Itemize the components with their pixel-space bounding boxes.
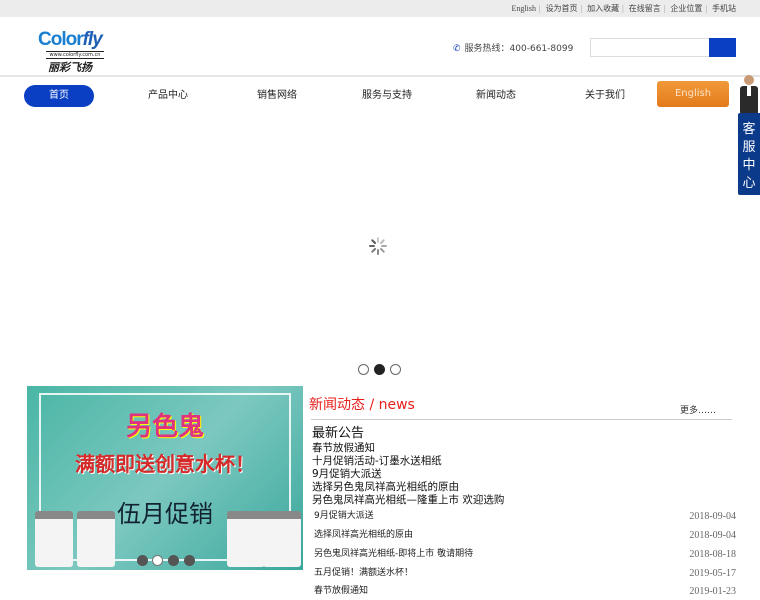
- notice-item[interactable]: 另色鬼凤祥高光相纸—隆重上市 欢迎选购: [312, 494, 504, 507]
- divider: [311, 419, 732, 420]
- logo-brand: Color: [38, 29, 84, 50]
- mug-image: [227, 511, 265, 567]
- nav-home[interactable]: 首页: [24, 85, 94, 107]
- promo-banner[interactable]: 另色鬼 满额即送创意水杯！ 伍月促销: [27, 386, 303, 570]
- list-item[interactable]: 9月促销大派送 2018-09-04: [314, 510, 736, 523]
- phone-icon: ✆: [453, 44, 461, 54]
- search-input[interactable]: [590, 38, 710, 57]
- nav-news[interactable]: 新闻动态: [460, 85, 532, 107]
- top-bar: English | 设为首页 | 加入收藏 | 在线留言 | 企业位置 | 手机站: [0, 0, 760, 17]
- notice-heading: 最新公告: [312, 426, 365, 441]
- top-link-message[interactable]: 在线留言: [629, 4, 661, 13]
- slider-dot-3[interactable]: [390, 364, 401, 375]
- list-item[interactable]: 选择凤祥高光相纸的原由 2018-09-04: [314, 529, 736, 542]
- search-button[interactable]: [709, 38, 736, 57]
- notice-item[interactable]: 9月促销大派送: [312, 468, 504, 481]
- list-item[interactable]: 另色鬼凤祥高光相纸-即将上市 敬请期待 2018-08-18: [314, 548, 736, 561]
- news-item-date: 2019-01-23: [689, 586, 736, 597]
- customer-service-label: 客服中心: [742, 122, 756, 191]
- logo-cn: 丽彩飞扬: [48, 61, 92, 74]
- top-link-english[interactable]: English: [512, 4, 536, 13]
- customer-service-agent-image: [740, 75, 758, 115]
- notice-item[interactable]: 十月促销活动-订墨水送相纸: [312, 455, 504, 468]
- news-item-date: 2018-09-04: [689, 530, 736, 541]
- top-link-mobile[interactable]: 手机站: [712, 4, 736, 13]
- mug-image: [77, 511, 115, 567]
- customer-service-tab[interactable]: 客服中心: [738, 113, 760, 195]
- news-item-date: 2018-09-04: [689, 511, 736, 522]
- list-item[interactable]: 五月促销！满额送水杯！ 2019-05-17: [314, 567, 736, 580]
- slider-dot-1[interactable]: [358, 364, 369, 375]
- top-link-bookmark[interactable]: 加入收藏: [587, 4, 619, 13]
- mug-image: [263, 511, 301, 567]
- nav-products[interactable]: 产品中心: [132, 85, 204, 107]
- loading-spinner-icon: [369, 237, 387, 255]
- english-button[interactable]: English: [657, 81, 729, 107]
- top-link-location[interactable]: 企业位置: [670, 4, 702, 13]
- slider-dot-2[interactable]: [374, 364, 385, 375]
- list-item[interactable]: 春节放假通知 2019-01-23: [314, 585, 736, 598]
- notice-panel: 最新公告 春节放假通知 十月促销活动-订墨水送相纸 9月促销大派送 选择另色鬼凤…: [312, 425, 504, 507]
- news-item-date: 2018-08-18: [689, 549, 736, 560]
- promo-brand: 另色鬼: [125, 412, 204, 442]
- promo-slogan: 满额即送创意水杯！: [75, 452, 255, 476]
- news-item-date: 2019-05-17: [689, 568, 736, 579]
- hotline-text: 服务热线：400-661-8099: [464, 44, 574, 54]
- notice-item[interactable]: 春节放假通知: [312, 442, 504, 455]
- promo-dot-4[interactable]: [184, 555, 195, 566]
- news-item-title: 选择凤祥高光相纸的原由: [314, 530, 414, 540]
- news-item-title: 9月促销大派送: [314, 511, 374, 521]
- nav-sales-network[interactable]: 销售网络: [241, 85, 313, 107]
- notice-item[interactable]: 选择另色鬼凤祥高光相纸的原由: [312, 481, 504, 494]
- main-nav: 首页 产品中心 销售网络 服务与支持 新闻动态 关于我们: [0, 79, 760, 112]
- promo-dot-2[interactable]: [152, 555, 163, 566]
- mug-image: [35, 511, 73, 567]
- logo-brand-accent: fly: [82, 29, 103, 50]
- header: Colorfly www.colorfly.com.cn 丽彩飞扬 ✆ 服务热线：…: [0, 17, 760, 77]
- hotline: ✆ 服务热线：400-661-8099: [453, 41, 573, 54]
- nav-service-support[interactable]: 服务与支持: [351, 85, 423, 107]
- nav-about[interactable]: 关于我们: [569, 85, 641, 107]
- news-item-title: 另色鬼凤祥高光相纸-即将上市 敬请期待: [314, 549, 474, 559]
- news-item-title: 五月促销！满额送水杯！: [314, 568, 414, 578]
- logo[interactable]: Colorfly www.colorfly.com.cn 丽彩飞扬: [38, 29, 108, 79]
- top-links: English | 设为首页 | 加入收藏 | 在线留言 | 企业位置 | 手机站: [511, 4, 737, 13]
- news-list: 9月促销大派送 2018-09-04 选择凤祥高光相纸的原由 2018-09-04 …: [314, 509, 736, 600]
- news-item-title: 春节放假通知: [314, 586, 369, 596]
- logo-url: www.colorfly.com.cn: [46, 51, 104, 59]
- promo-dot-1[interactable]: [137, 555, 148, 566]
- more-link[interactable]: 更多……: [680, 403, 716, 416]
- news-title: 新闻动态 / news: [309, 397, 415, 413]
- promo-dot-3[interactable]: [168, 555, 179, 566]
- top-link-homepage[interactable]: 设为首页: [546, 4, 578, 13]
